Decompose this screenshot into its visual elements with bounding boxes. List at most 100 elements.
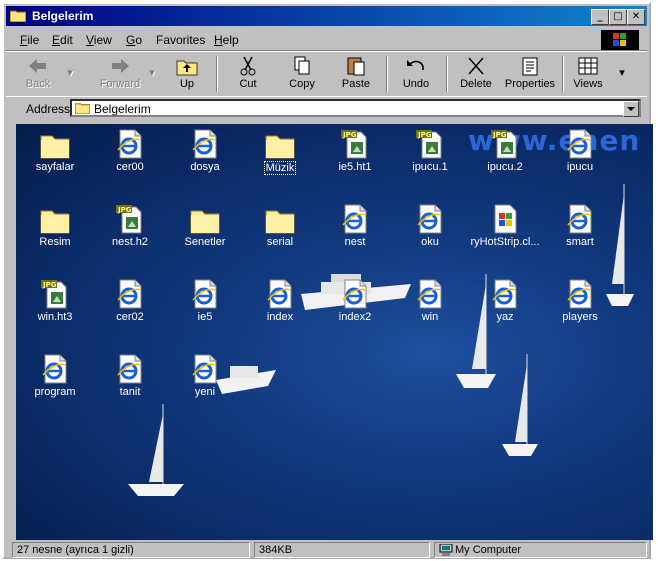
file-icon-item[interactable]: serial [242,199,318,269]
html-document-icon [414,203,446,235]
file-icon-label: program [34,386,76,398]
chevron-down-icon [627,107,635,111]
file-icon-item[interactable]: index [242,274,318,344]
menu-go[interactable]: Go [126,33,142,47]
html-document-icon [564,203,596,235]
jpg-image-icon: JPG [114,203,146,235]
file-icon-label: oku [421,236,439,248]
file-icon-label: yeni [194,386,216,398]
html-document-icon [339,278,371,310]
file-icon-item[interactable]: yaz [467,274,543,344]
svg-text:JPG: JPG [117,206,132,214]
file-icon-item[interactable]: players [542,274,618,344]
folder-icon [10,10,26,22]
svg-text:JPG: JPG [42,281,57,289]
clipboard-icon [347,57,365,76]
jpg-image-icon: JPG [39,278,71,310]
menu-favorites[interactable]: Favorites [156,33,205,47]
views-grid-icon [578,57,598,75]
file-icon-label: cer00 [116,161,144,173]
back-button[interactable]: Back [16,54,60,94]
file-icon-item[interactable]: cer00 [92,124,168,194]
menu-help[interactable]: Help [214,33,239,47]
file-icon-item[interactable]: win [392,274,468,344]
address-value: Belgelerim [94,102,151,116]
folder-view[interactable]: www.ehen sayfalar cer00 dosya Müzik JPG ie5.h… [16,124,653,540]
file-icon-label: dosya [190,161,220,173]
maximize-button[interactable]: □ [609,9,627,25]
file-icon-label: index [266,311,294,323]
file-icon-item[interactable]: JPG win.ht3 [17,274,93,344]
file-icon-item[interactable]: tanit [92,349,168,419]
file-icon-item[interactable]: ryHotStrip.cl... [467,199,543,269]
status-bar: 27 nesne (ayrıca 1 gizli) 384KB My Compu… [6,542,647,559]
background-sailboat-image [128,404,184,496]
file-icon-item[interactable]: oku [392,199,468,269]
menu-bar: File Edit View Go Favorites Help [6,28,647,51]
menu-edit[interactable]: Edit [52,33,73,47]
title-bar[interactable]: Belgelerim _ □ ✕ [6,6,647,26]
windows-logo-icon [601,30,639,50]
file-icon-label: cer02 [116,311,144,323]
html-document-icon [189,128,221,160]
address-dropdown-button[interactable] [623,101,639,117]
file-icon-item[interactable]: nest [317,199,393,269]
folder-icon [39,203,71,235]
toolbar: Back ▾ Forward ▾ Up Cut Copy Paste Undo [6,51,647,97]
views-button[interactable]: Views [568,54,608,94]
delete-button[interactable]: Delete [454,54,498,94]
html-document-icon [114,353,146,385]
forward-button[interactable]: Forward [92,54,148,94]
undo-button[interactable]: Undo [394,54,438,94]
html-document-icon [339,203,371,235]
file-icon-label: smart [566,236,594,248]
svg-text:JPG: JPG [417,131,432,139]
copy-button[interactable]: Copy [280,54,324,94]
up-folder-icon [176,60,198,76]
file-icon-item[interactable]: ie5 [167,274,243,344]
html-document-icon [39,353,71,385]
file-icon-label: index2 [338,311,372,323]
file-icon-item[interactable]: index2 [317,274,393,344]
paste-button[interactable]: Paste [334,54,378,94]
file-icon-item[interactable]: ipucu [542,124,618,194]
file-icon-item[interactable]: Müzik [242,124,318,194]
file-icon-item[interactable]: sayfalar [17,124,93,194]
minimize-button[interactable]: _ [591,9,609,25]
toolbar-separator [562,56,564,92]
file-icon-item[interactable]: Senetler [167,199,243,269]
file-icon-item[interactable]: program [17,349,93,419]
folder-icon [39,128,71,160]
address-input[interactable]: Belgelerim [70,99,641,117]
file-icon-label: nest [344,236,366,248]
up-button[interactable]: Up [166,54,208,94]
file-icon-item[interactable]: yeni [167,349,243,419]
menu-file[interactable]: File [20,33,39,47]
file-icon-item[interactable]: JPG ie5.ht1 [317,124,393,194]
file-icon-label: yaz [496,311,514,323]
close-button[interactable]: ✕ [627,9,645,25]
file-icon-label: ie5.ht1 [338,161,372,173]
toolbar-separator [216,56,218,92]
back-arrow-icon [29,59,46,73]
file-icon-item[interactable]: Resim [17,199,93,269]
undo-icon [407,60,424,71]
file-icon-item[interactable]: JPG nest.h2 [92,199,168,269]
file-icon-item[interactable]: JPG ipucu.2 [467,124,543,194]
menu-view[interactable]: View [86,33,112,47]
cut-button[interactable]: Cut [226,54,270,94]
file-icon-item[interactable]: cer02 [92,274,168,344]
html-document-icon [114,128,146,160]
window-title: Belgelerim [32,9,94,23]
computer-icon [439,544,453,556]
file-icon-item[interactable]: smart [542,199,618,269]
properties-button[interactable]: Properties [502,54,558,94]
html-document-icon [264,278,296,310]
file-icon-item[interactable]: JPG ipucu.1 [392,124,468,194]
address-bar: Address Belgelerim [6,96,647,121]
copy-icon [294,56,310,75]
file-icon-label: Resim [39,236,71,248]
jpg-image-icon: JPG [489,128,521,160]
address-label: Address [26,102,71,116]
file-icon-item[interactable]: dosya [167,124,243,194]
